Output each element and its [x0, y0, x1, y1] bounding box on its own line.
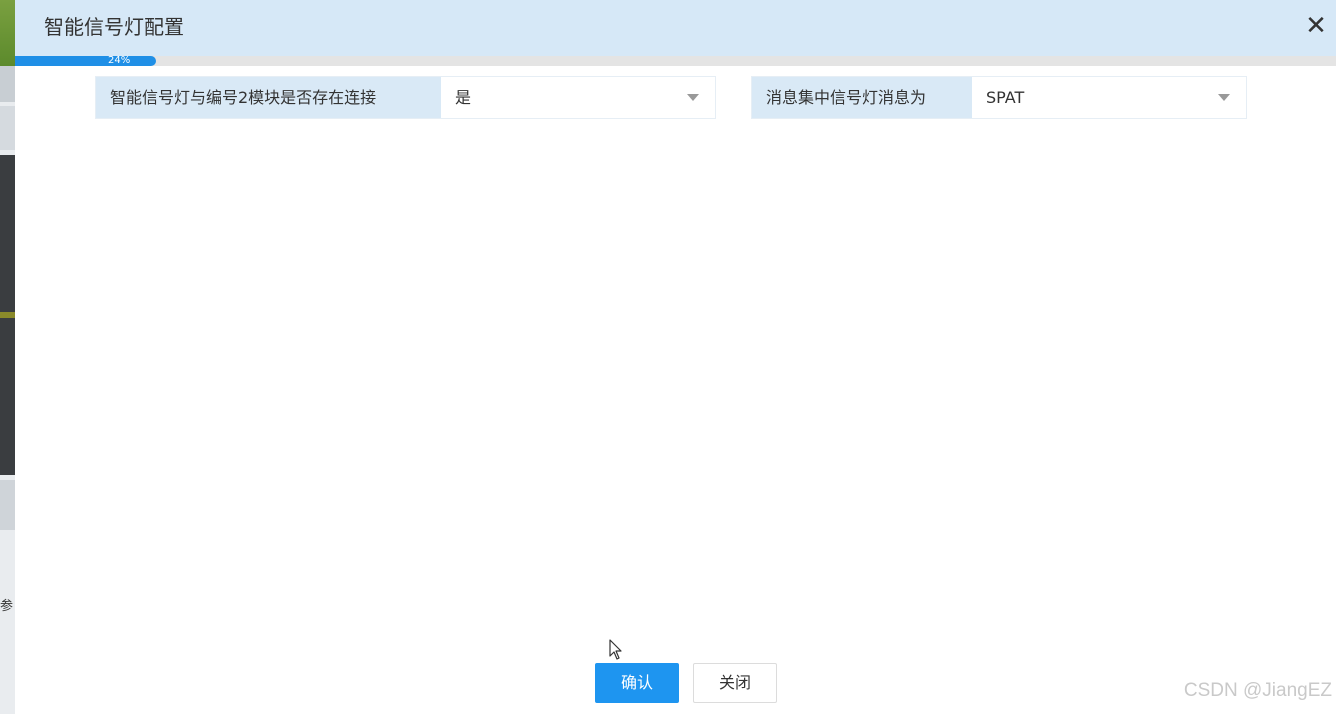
chevron-down-icon	[1218, 94, 1230, 101]
dialog-title: 智能信号灯配置	[44, 15, 184, 39]
csdn-watermark: CSDN @JiangEZ	[1183, 680, 1332, 701]
background-app-strip: 参	[0, 0, 15, 714]
mouse-pointer-icon	[609, 639, 622, 660]
message-field: 消息集中信号灯消息为 SPAT	[751, 76, 1247, 119]
loading-progress-text: 24%	[108, 55, 131, 66]
background-side-text: 参	[0, 599, 14, 614]
loading-progress-track	[15, 56, 1336, 66]
connection-field: 智能信号灯与编号2模块是否存在连接 是	[95, 76, 716, 119]
background-panel	[0, 106, 15, 150]
connection-select[interactable]: 是	[441, 77, 715, 118]
background-panel	[0, 480, 15, 530]
background-thumbnail	[0, 0, 15, 66]
close-icon[interactable]: ✕	[1302, 10, 1330, 42]
confirm-button[interactable]: 确认	[595, 663, 679, 703]
close-button[interactable]: 关闭	[693, 663, 777, 703]
background-accent-line	[0, 312, 15, 318]
background-panel	[0, 66, 15, 102]
message-select-value: SPAT	[986, 88, 1025, 107]
signal-light-config-dialog: 智能信号灯配置 ✕ 24% 智能信号灯与编号2模块是否存在连接 是 消息集中信号…	[15, 0, 1336, 714]
loading-progress-fill	[15, 56, 156, 66]
message-select[interactable]: SPAT	[972, 77, 1246, 118]
dialog-titlebar: 智能信号灯配置 ✕	[15, 0, 1336, 56]
connection-select-value: 是	[455, 88, 472, 107]
connection-field-label: 智能信号灯与编号2模块是否存在连接	[96, 77, 441, 118]
chevron-down-icon	[687, 94, 699, 101]
message-field-label: 消息集中信号灯消息为	[752, 77, 972, 118]
